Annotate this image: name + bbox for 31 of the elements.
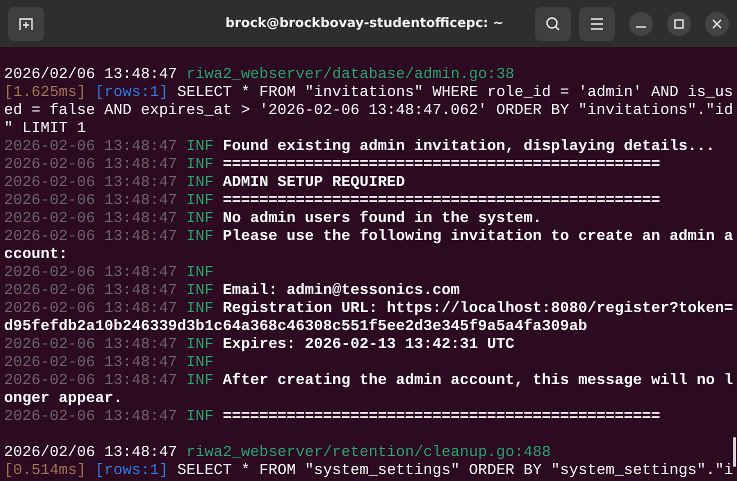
log-line: 2026-02-06 13:48:47 INF No admin users found in the system. [4, 209, 542, 227]
new-tab-icon [18, 16, 34, 32]
log-line: 2026-02-06 13:48:47 INF Registration URL: https://localhost:8080/register?token=d95fefdb2a10b246339d3b1c64a368c46308c551f5ee2d3e345f9a5a4fa309ab [4, 299, 734, 335]
log-line: 2026-02-06 13:48:47 INF ================================================ [4, 191, 660, 209]
sql-log-line: [0.514ms] [rows:1] SELECT * FROM "system_settings" ORDER BY "system_settings"."i [4, 461, 734, 479]
close-icon [712, 18, 722, 28]
window-title: brock@brockbovay-studentofficepc: ~ [224, 16, 505, 31]
log-line: 2026-02-06 13:48:47 INF ================================================ [4, 407, 660, 425]
menu-icon [590, 18, 604, 30]
close-button[interactable] [705, 12, 729, 36]
menu-button[interactable] [579, 6, 615, 40]
log-line: 2026-02-06 13:48:47 INF After creating the admin account, this message will no longer appear. [4, 371, 734, 407]
log-line: 2026-02-06 13:48:47 INF Please use the following invitation to create an admin account: [4, 227, 734, 263]
log-line: 2026-02-06 13:48:47 INF ================================================ [4, 155, 660, 173]
sql-log-line: [1.625ms] [rows:1] SELECT * FROM "invitations" WHERE role_id = 'admin' AND is_used = false AND expires_at > '2026-02-06 13:48:47.062' ORDER BY "invitations"."id" LIMIT 1 [4, 83, 734, 137]
log-line: 2026-02-06 13:48:47 INF ADMIN SETUP REQUIRED [4, 173, 406, 191]
log-line: 2026-02-06 13:48:47 INF [4, 263, 214, 281]
minimize-button[interactable] [629, 12, 653, 36]
log-line: 2026-02-06 13:48:47 INF Expires: 2026-02-13 13:42:31 UTC [4, 335, 514, 353]
new-tab-button[interactable] [8, 6, 44, 40]
log-line: 2026-02-06 13:48:47 INF [4, 353, 214, 371]
scrollbar-thumb[interactable] [733, 437, 736, 467]
maximize-button[interactable] [667, 12, 691, 36]
minimize-icon [636, 26, 646, 28]
search-icon [545, 16, 561, 32]
log-line: 2026-02-06 13:48:47 INF Email: admin@tessonics.com [4, 281, 460, 299]
maximize-icon [674, 18, 684, 28]
log-line: 2026-02-06 13:48:47 INF Found existing admin invitation, displaying details... [4, 137, 715, 155]
source-location-line: 2026/02/06 13:48:47 riwa2_webserver/database/admin.go:38 [4, 65, 514, 83]
source-location-line: 2026/02/06 13:48:47 riwa2_webserver/retention/cleanup.go:488 [4, 443, 551, 461]
search-button[interactable] [535, 6, 571, 40]
